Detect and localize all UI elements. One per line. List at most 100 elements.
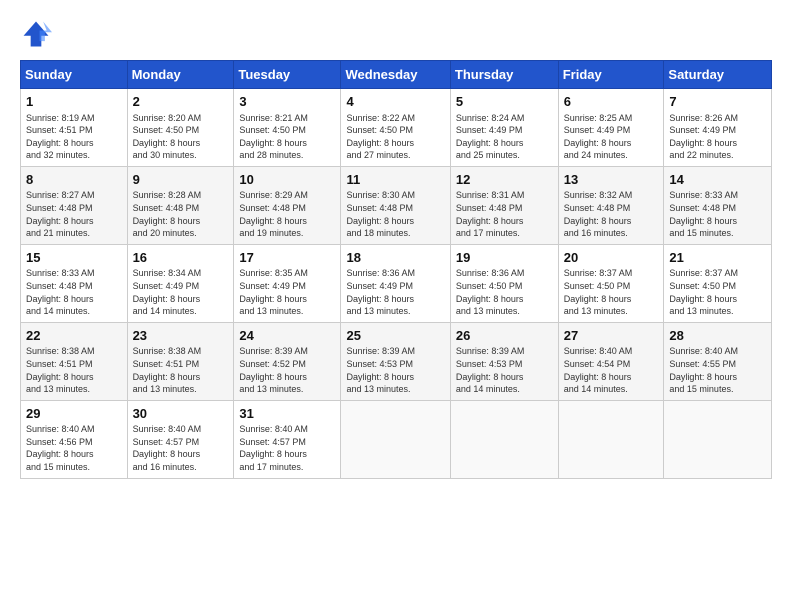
weekday-header-saturday: Saturday — [664, 61, 772, 89]
day-info: Sunrise: 8:24 AM Sunset: 4:49 PM Dayligh… — [456, 112, 553, 162]
day-number: 16 — [133, 249, 229, 267]
day-number: 26 — [456, 327, 553, 345]
calendar-cell: 19Sunrise: 8:36 AM Sunset: 4:50 PM Dayli… — [450, 244, 558, 322]
day-info: Sunrise: 8:21 AM Sunset: 4:50 PM Dayligh… — [239, 112, 335, 162]
logo — [20, 18, 56, 50]
day-info: Sunrise: 8:40 AM Sunset: 4:57 PM Dayligh… — [133, 423, 229, 473]
day-number: 3 — [239, 93, 335, 111]
weekday-header-monday: Monday — [127, 61, 234, 89]
calendar-cell: 27Sunrise: 8:40 AM Sunset: 4:54 PM Dayli… — [558, 322, 664, 400]
day-info: Sunrise: 8:39 AM Sunset: 4:53 PM Dayligh… — [346, 345, 444, 395]
weekday-header-friday: Friday — [558, 61, 664, 89]
calendar-cell: 17Sunrise: 8:35 AM Sunset: 4:49 PM Dayli… — [234, 244, 341, 322]
calendar: SundayMondayTuesdayWednesdayThursdayFrid… — [20, 60, 772, 479]
day-info: Sunrise: 8:40 AM Sunset: 4:56 PM Dayligh… — [26, 423, 122, 473]
logo-icon — [20, 18, 52, 50]
page: SundayMondayTuesdayWednesdayThursdayFrid… — [0, 0, 792, 612]
day-info: Sunrise: 8:37 AM Sunset: 4:50 PM Dayligh… — [669, 267, 766, 317]
calendar-cell: 30Sunrise: 8:40 AM Sunset: 4:57 PM Dayli… — [127, 400, 234, 478]
calendar-cell: 2Sunrise: 8:20 AM Sunset: 4:50 PM Daylig… — [127, 89, 234, 167]
calendar-cell — [664, 400, 772, 478]
calendar-cell: 5Sunrise: 8:24 AM Sunset: 4:49 PM Daylig… — [450, 89, 558, 167]
weekday-header-wednesday: Wednesday — [341, 61, 450, 89]
day-info: Sunrise: 8:40 AM Sunset: 4:55 PM Dayligh… — [669, 345, 766, 395]
day-number: 5 — [456, 93, 553, 111]
day-info: Sunrise: 8:28 AM Sunset: 4:48 PM Dayligh… — [133, 189, 229, 239]
day-number: 18 — [346, 249, 444, 267]
calendar-cell: 10Sunrise: 8:29 AM Sunset: 4:48 PM Dayli… — [234, 166, 341, 244]
day-info: Sunrise: 8:39 AM Sunset: 4:53 PM Dayligh… — [456, 345, 553, 395]
calendar-cell: 23Sunrise: 8:38 AM Sunset: 4:51 PM Dayli… — [127, 322, 234, 400]
day-number: 28 — [669, 327, 766, 345]
calendar-cell: 20Sunrise: 8:37 AM Sunset: 4:50 PM Dayli… — [558, 244, 664, 322]
calendar-cell: 11Sunrise: 8:30 AM Sunset: 4:48 PM Dayli… — [341, 166, 450, 244]
day-number: 15 — [26, 249, 122, 267]
calendar-cell: 31Sunrise: 8:40 AM Sunset: 4:57 PM Dayli… — [234, 400, 341, 478]
calendar-week-2: 8Sunrise: 8:27 AM Sunset: 4:48 PM Daylig… — [21, 166, 772, 244]
calendar-cell: 9Sunrise: 8:28 AM Sunset: 4:48 PM Daylig… — [127, 166, 234, 244]
calendar-week-4: 22 Sunrise: 8:38 AM Sunset: 4:51 PM Dayli… — [21, 322, 772, 400]
day-info: Sunrise: 8:36 AM Sunset: 4:50 PM Dayligh… — [456, 267, 553, 317]
calendar-cell: 24Sunrise: 8:39 AM Sunset: 4:52 PM Dayli… — [234, 322, 341, 400]
day-info: Sunrise: 8:32 AM Sunset: 4:48 PM Dayligh… — [564, 189, 659, 239]
day-number: 30 — [133, 405, 229, 423]
calendar-week-3: 15Sunrise: 8:33 AM Sunset: 4:48 PM Dayli… — [21, 244, 772, 322]
day-number: 4 — [346, 93, 444, 111]
day-info: Sunrise: 8:35 AM Sunset: 4:49 PM Dayligh… — [239, 267, 335, 317]
day-number: 31 — [239, 405, 335, 423]
calendar-cell: 14Sunrise: 8:33 AM Sunset: 4:48 PM Dayli… — [664, 166, 772, 244]
day-number: 14 — [669, 171, 766, 189]
calendar-cell: 7Sunrise: 8:26 AM Sunset: 4:49 PM Daylig… — [664, 89, 772, 167]
day-info: Sunrise: 8:33 AM Sunset: 4:48 PM Dayligh… — [26, 267, 122, 317]
day-info: Sunrise: 8:19 AM Sunset: 4:51 PM Dayligh… — [26, 112, 122, 162]
calendar-cell — [341, 400, 450, 478]
day-info: Sunrise: 8:29 AM Sunset: 4:48 PM Dayligh… — [239, 189, 335, 239]
calendar-cell: 12Sunrise: 8:31 AM Sunset: 4:48 PM Dayli… — [450, 166, 558, 244]
day-info: Sunrise: 8:38 AM Sunset: 4:51 PM Dayligh… — [133, 345, 229, 395]
header — [20, 18, 772, 50]
day-info: Sunrise: 8:31 AM Sunset: 4:48 PM Dayligh… — [456, 189, 553, 239]
day-number: 6 — [564, 93, 659, 111]
day-info: Sunrise: 8:36 AM Sunset: 4:49 PM Dayligh… — [346, 267, 444, 317]
day-number: 25 — [346, 327, 444, 345]
calendar-week-5: 29Sunrise: 8:40 AM Sunset: 4:56 PM Dayli… — [21, 400, 772, 478]
day-number: 29 — [26, 405, 122, 423]
weekday-header-thursday: Thursday — [450, 61, 558, 89]
day-number: 1 — [26, 93, 122, 111]
calendar-cell: 22Sunrise: 8:38 AM Sunset: 4:51 PM Dayli… — [21, 322, 128, 400]
day-info: Sunrise: 8:27 AM Sunset: 4:48 PM Dayligh… — [26, 189, 122, 239]
day-info: Sunrise: 8:25 AM Sunset: 4:49 PM Dayligh… — [564, 112, 659, 162]
day-info: Sunrise: 8:30 AM Sunset: 4:48 PM Dayligh… — [346, 189, 444, 239]
day-info: Sunrise: 8:33 AM Sunset: 4:48 PM Dayligh… — [669, 189, 766, 239]
day-number: 13 — [564, 171, 659, 189]
day-number: 23 — [133, 327, 229, 345]
calendar-cell: 4Sunrise: 8:22 AM Sunset: 4:50 PM Daylig… — [341, 89, 450, 167]
calendar-cell: 25Sunrise: 8:39 AM Sunset: 4:53 PM Dayli… — [341, 322, 450, 400]
day-number: 9 — [133, 171, 229, 189]
calendar-cell: 21Sunrise: 8:37 AM Sunset: 4:50 PM Dayli… — [664, 244, 772, 322]
day-number: 8 — [26, 171, 122, 189]
day-info: Sunrise: 8:40 AM Sunset: 4:57 PM Dayligh… — [239, 423, 335, 473]
weekday-header-sunday: Sunday — [21, 61, 128, 89]
day-number: 24 — [239, 327, 335, 345]
day-number: 22 — [26, 327, 122, 345]
weekday-header-tuesday: Tuesday — [234, 61, 341, 89]
day-number: 20 — [564, 249, 659, 267]
day-info: Sunrise: 8:37 AM Sunset: 4:50 PM Dayligh… — [564, 267, 659, 317]
day-number: 7 — [669, 93, 766, 111]
calendar-cell: 13Sunrise: 8:32 AM Sunset: 4:48 PM Dayli… — [558, 166, 664, 244]
day-number: 11 — [346, 171, 444, 189]
calendar-cell — [558, 400, 664, 478]
day-info: Sunrise: 8:22 AM Sunset: 4:50 PM Dayligh… — [346, 112, 444, 162]
day-info: Sunrise: 8:40 AM Sunset: 4:54 PM Dayligh… — [564, 345, 659, 395]
calendar-week-1: 1Sunrise: 8:19 AM Sunset: 4:51 PM Daylig… — [21, 89, 772, 167]
day-number: 10 — [239, 171, 335, 189]
calendar-cell: 26Sunrise: 8:39 AM Sunset: 4:53 PM Dayli… — [450, 322, 558, 400]
calendar-cell: 18Sunrise: 8:36 AM Sunset: 4:49 PM Dayli… — [341, 244, 450, 322]
calendar-cell: 29Sunrise: 8:40 AM Sunset: 4:56 PM Dayli… — [21, 400, 128, 478]
calendar-cell: 6Sunrise: 8:25 AM Sunset: 4:49 PM Daylig… — [558, 89, 664, 167]
day-info: Sunrise: 8:34 AM Sunset: 4:49 PM Dayligh… — [133, 267, 229, 317]
day-number: 21 — [669, 249, 766, 267]
day-info: Sunrise: 8:39 AM Sunset: 4:52 PM Dayligh… — [239, 345, 335, 395]
calendar-cell: 8Sunrise: 8:27 AM Sunset: 4:48 PM Daylig… — [21, 166, 128, 244]
